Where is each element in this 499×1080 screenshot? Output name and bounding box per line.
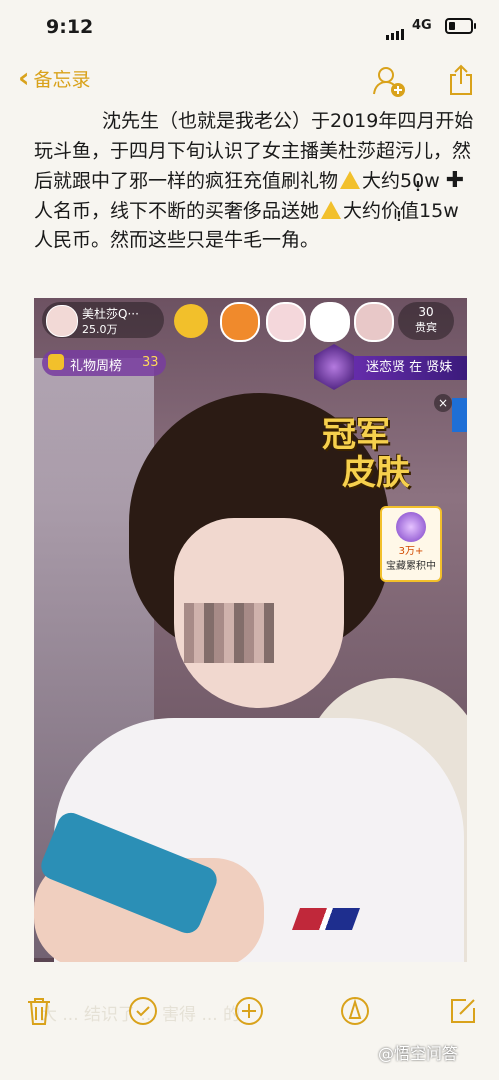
back-button[interactable]: ‹ 备忘录 [18,64,91,92]
note-body[interactable]: 沈先生（也就是我老公）于2019年四月开始玩斗鱼，于四月下旬认识了女主播美杜莎超… [34,107,474,256]
warning-icon [340,171,421,203]
fan-avatar[interactable] [220,302,260,342]
compose-pen-icon[interactable] [340,996,370,1030]
shirt-stripe [291,908,361,930]
gift-rank-count: 33 [142,355,159,370]
share-icon[interactable] [448,64,474,100]
treasure-label: 宝藏累积中 [386,561,436,572]
network-label: 4G [412,18,432,33]
promo-line-1: 冠军 [322,415,390,455]
anchor-name: 美杜莎Q··· [82,307,139,321]
gift-rank-label: 礼物周榜 [70,359,123,374]
status-time: 9:12 [46,16,94,38]
back-label: 备忘录 [33,68,91,91]
status-bar: 9:12 4G [0,0,499,52]
treasure-orb-icon [396,512,426,542]
anchor-avatar [46,305,78,337]
anchor-fans: 25.0万 [82,323,118,336]
trash-icon[interactable] [26,996,52,1030]
promo-line-2: 皮肤 [342,453,410,493]
battery-icon [445,18,476,34]
fan-avatar[interactable] [354,302,394,342]
warning-icon [321,200,402,232]
treasure-value: 3万+ [398,546,424,557]
mosaic-blur [184,603,274,663]
gift-icon [48,354,64,370]
fan-badge-icon [314,344,354,390]
anchor-info[interactable]: 美杜莎Q··· 25.0万 [42,302,164,338]
back-chevron-icon: ‹ [18,61,30,94]
treasure-widget[interactable]: 3万+ 宝藏累积中 [380,506,442,582]
watermark: @悟空问答 [378,1044,459,1063]
plus-icon: ✚ [445,168,465,193]
fan-avatar[interactable] [310,302,350,342]
gift-rank-button[interactable]: 礼物周榜 33 [42,350,166,376]
signal-icon [386,21,406,40]
note-text-3: 人名币，线下不断的买奢侈品送她 [34,199,320,222]
bottom-toolbar [0,988,499,1038]
close-icon[interactable]: × [434,394,452,412]
guests-count[interactable]: 30 贵宾 [398,302,454,340]
crown-icon[interactable] [174,304,208,338]
fan-avatar[interactable] [266,302,306,342]
new-note-icon[interactable] [448,996,478,1030]
add-icon[interactable] [234,996,264,1030]
add-person-icon[interactable] [372,64,406,102]
champion-skin-promo[interactable]: 冠军 皮肤 [322,416,452,492]
promo-flag [452,398,467,432]
checklist-icon[interactable] [128,996,158,1030]
livestream-image: 美杜莎Q··· 25.0万 30 贵宾 礼物周榜 33 迷恋贤 在 贤妹 × 冠… [34,298,467,962]
nav-bar: ‹ 备忘录 [0,58,499,104]
fan-group-banner[interactable]: 迷恋贤 在 贤妹 [340,356,467,380]
